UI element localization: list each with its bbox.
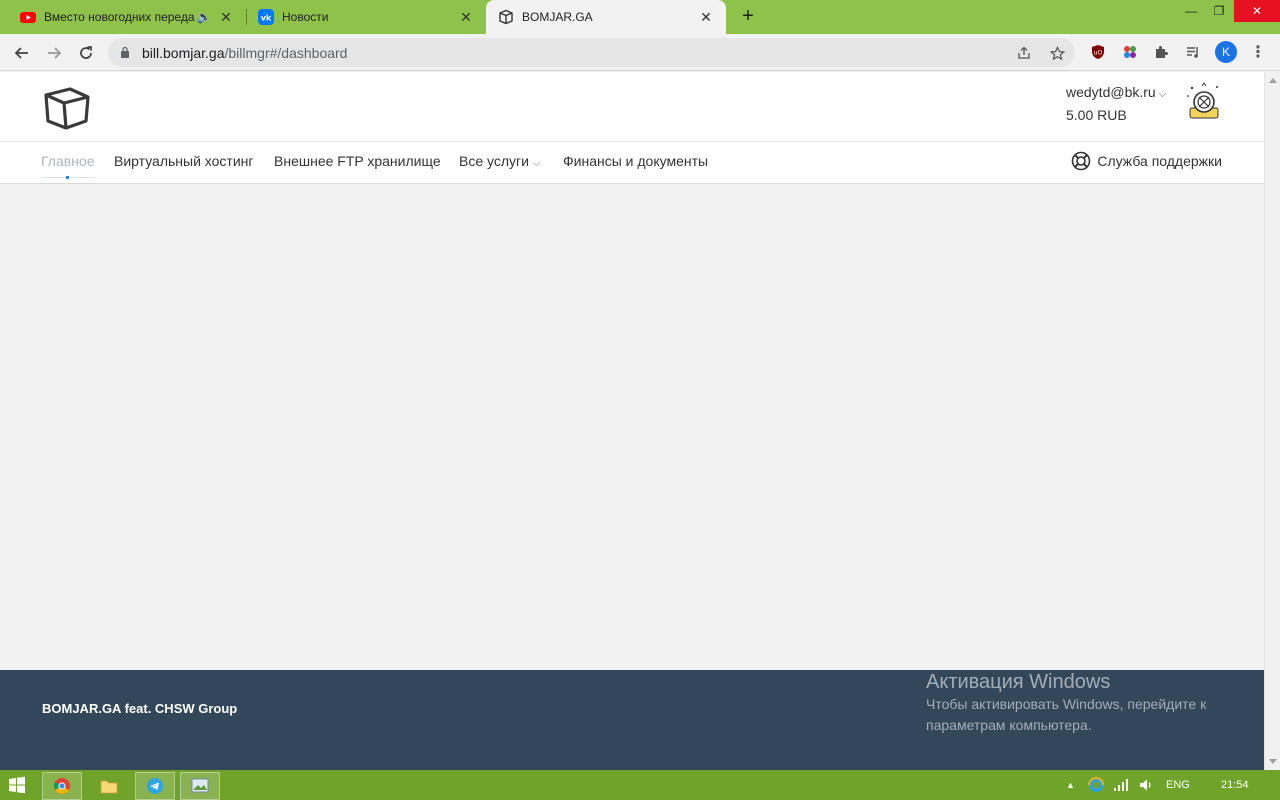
- web-page: wedytd@bk.ru ⌵ 5.00 RUB Главное Виртуальн…: [0, 72, 1264, 770]
- footer-brand: BOMJAR.GA feat. CHSW Group: [42, 701, 238, 716]
- restore-button[interactable]: ❐: [1204, 0, 1234, 22]
- browser-tray-icon[interactable]: [1088, 770, 1104, 800]
- menu-kebab-icon[interactable]: ⋮: [1248, 42, 1268, 62]
- color-extension-icon[interactable]: [1120, 42, 1140, 62]
- tab-title: BOMJAR.GA: [522, 10, 593, 24]
- address-bar[interactable]: bill.bomjar.ga/billmgr#/dashboard: [108, 38, 1075, 67]
- image-viewer-icon: [191, 778, 209, 793]
- chrome-icon: [54, 778, 70, 794]
- tab-youtube[interactable]: Вместо новогодних переда 🔈 ✕: [0, 0, 246, 34]
- tab-vk[interactable]: vk Новости ✕: [238, 0, 486, 34]
- tab-title: Вместо новогодних переда: [44, 10, 195, 24]
- scroll-up-arrow[interactable]: [1269, 78, 1277, 83]
- youtube-icon: [20, 12, 36, 23]
- lock-icon[interactable]: [120, 46, 130, 58]
- user-menu[interactable]: wedytd@bk.ru ⌵: [1066, 84, 1166, 100]
- watermark-line2: параметрам компьютера.: [926, 717, 1092, 733]
- bookmark-star-icon[interactable]: [1048, 44, 1066, 62]
- scroll-down-arrow[interactable]: [1269, 759, 1277, 764]
- folder-icon: [100, 780, 118, 794]
- site-header: wedytd@bk.ru ⌵ 5.00 RUB: [0, 72, 1264, 142]
- reload-button[interactable]: [74, 41, 98, 65]
- taskbar-explorer[interactable]: [89, 772, 129, 800]
- ublock-extension-icon[interactable]: uO: [1088, 42, 1108, 62]
- back-button[interactable]: [10, 41, 34, 65]
- windows-taskbar: ▲ ENG 21:54: [0, 770, 1280, 800]
- taskbar-chrome[interactable]: [42, 772, 82, 800]
- share-icon[interactable]: [1015, 44, 1033, 62]
- url-text: bill.bomjar.ga/billmgr#/dashboard: [142, 45, 347, 61]
- arrow-right-icon: [48, 47, 62, 59]
- nav-item-all-services[interactable]: Все услуги ⌵: [459, 153, 540, 169]
- show-hidden-icons[interactable]: ▲: [1066, 770, 1075, 800]
- nav-label: Главное: [41, 153, 95, 169]
- page-scrollbar[interactable]: [1264, 72, 1280, 770]
- nav-item-virtual-hosting[interactable]: Виртуальный хостинг: [114, 153, 254, 169]
- dashboard-content: [0, 184, 1264, 670]
- watermark-title: Активация Windows: [926, 671, 1111, 693]
- nav-label: Виртуальный хостинг: [114, 153, 254, 169]
- network-icon[interactable]: [1113, 770, 1129, 800]
- new-tab-button[interactable]: +: [736, 6, 760, 28]
- edge-icon: [1088, 777, 1104, 792]
- nav-item-finance[interactable]: Финансы и документы: [563, 153, 708, 169]
- extensions-puzzle-icon[interactable]: [1151, 42, 1171, 62]
- cube-icon: [499, 9, 513, 25]
- reload-icon: [80, 46, 92, 59]
- main-navigation: Главное Виртуальный хостинг Внешнее FTP …: [0, 142, 1264, 184]
- tab-title: Новости: [282, 10, 329, 24]
- windows-activation-watermark: Активация Windows Чтобы активировать Win…: [926, 670, 1206, 736]
- forward-button[interactable]: [42, 41, 66, 65]
- vk-icon: vk: [258, 9, 274, 25]
- close-tab-icon[interactable]: ✕: [698, 9, 714, 25]
- chevron-down-icon: ⌵: [1158, 89, 1167, 100]
- windows-start-icon[interactable]: [8, 776, 26, 794]
- nav-item-main[interactable]: Главное: [41, 153, 95, 179]
- arrow-left-icon: [14, 47, 28, 59]
- window-close-button[interactable]: ✕: [1234, 0, 1280, 22]
- close-tab-icon[interactable]: ✕: [218, 9, 234, 25]
- url-host: bill.bomjar.ga: [142, 45, 225, 61]
- nav-item-ftp-storage[interactable]: Внешнее FTP хранилище: [274, 153, 441, 169]
- nav-label: Внешнее FTP хранилище: [274, 153, 441, 169]
- svg-text:uO: uO: [1094, 50, 1103, 57]
- telegram-icon: [147, 778, 163, 794]
- user-email: wedytd@bk.ru: [1066, 84, 1156, 100]
- url-path: /billmgr#/dashboard: [224, 45, 348, 61]
- support-label: Служба поддержки: [1097, 153, 1222, 169]
- svg-text:vk: vk: [261, 14, 272, 23]
- tab-bomjar[interactable]: BOMJAR.GA ✕: [486, 0, 726, 34]
- volume-icon[interactable]: [1139, 770, 1153, 800]
- taskbar-telegram[interactable]: [135, 772, 175, 800]
- active-indicator: [66, 176, 69, 179]
- user-avatar[interactable]: [1184, 82, 1224, 122]
- lifebuoy-icon: [1072, 151, 1091, 171]
- input-language[interactable]: ENG: [1166, 770, 1190, 800]
- minimize-button[interactable]: —: [1176, 0, 1206, 22]
- taskbar-image-viewer[interactable]: [180, 772, 220, 800]
- media-control-icon[interactable]: [1183, 42, 1203, 62]
- cube-logo-icon[interactable]: [42, 85, 92, 131]
- chevron-down-icon: ⌵: [532, 158, 540, 168]
- nav-label: Все услуги: [459, 153, 529, 169]
- nav-label: Финансы и документы: [563, 153, 709, 169]
- watermark-line1: Чтобы активировать Windows, перейдите к: [926, 696, 1207, 712]
- clock[interactable]: 21:54: [1221, 770, 1249, 800]
- support-link[interactable]: Служба поддержки: [1071, 151, 1222, 171]
- speaker-icon[interactable]: 🔈: [196, 10, 212, 24]
- account-balance: 5.00 RUB: [1066, 107, 1127, 123]
- close-tab-icon[interactable]: ✕: [458, 9, 474, 25]
- browser-toolbar: bill.bomjar.ga/billmgr#/dashboard uO K ⋮: [0, 34, 1280, 71]
- profile-avatar[interactable]: K: [1215, 41, 1237, 63]
- browser-tab-strip: Вместо новогодних переда 🔈 ✕ vk Новости …: [0, 0, 1280, 34]
